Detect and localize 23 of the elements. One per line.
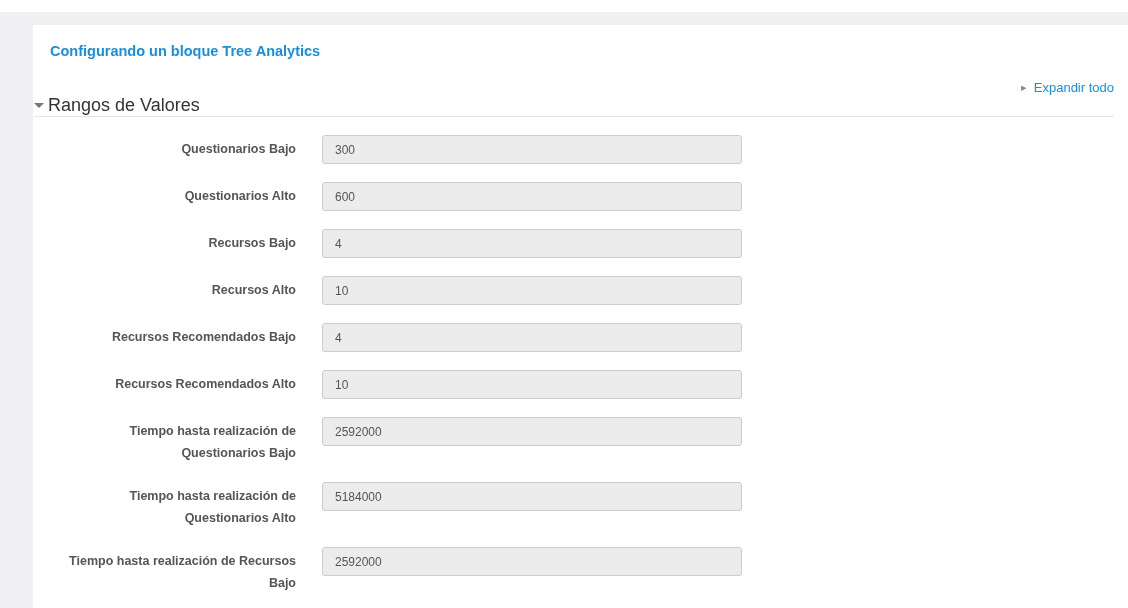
input-field[interactable]: 5184000 [322,482,742,511]
section-heading[interactable]: Rangos de Valores [48,95,200,115]
field-label: Recursos Alto [211,282,296,299]
input-field[interactable]: 10 [322,370,742,399]
input-field[interactable]: 600 [322,182,742,211]
field-label: Questionarios Alto [184,188,296,205]
caret-icon: ▸ [1020,81,1027,94]
field-label: Tiempo hasta realización de Questionarios Bajo [128,423,296,462]
input-field[interactable]: 10 [322,276,742,305]
field-label: Tiempo hasta realización de Recursos Bajo [68,553,296,592]
field-label: Recursos Bajo [208,235,296,252]
input-field[interactable]: 4 [322,229,742,258]
field-label: Questionarios Bajo [181,141,296,158]
expand-all-link[interactable]: ▸ Expandir todo [1020,80,1114,95]
caret-icon[interactable] [34,100,44,110]
input-field[interactable]: 4 [322,323,742,352]
input-field[interactable]: 2592000 [322,547,742,576]
field-label: Tiempo hasta realización de Questionarios Alto [128,488,296,527]
page-title: Configurando un bloque Tree Analytics [50,42,322,60]
field-label: Recursos Recomendados Bajo [111,329,296,346]
field-label: Recursos Recomendados Alto [115,376,296,393]
input-field[interactable]: 300 [322,135,742,164]
input-field[interactable]: 2592000 [322,417,742,446]
